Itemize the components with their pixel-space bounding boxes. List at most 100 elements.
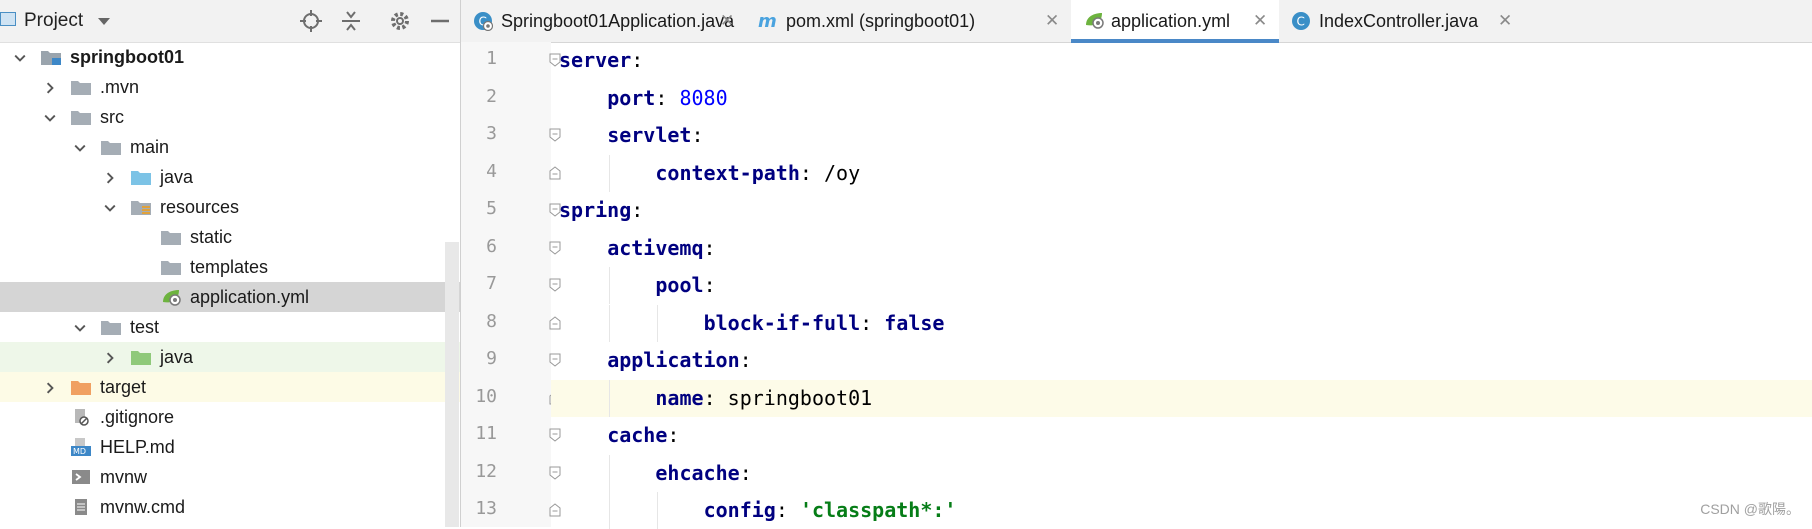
project-panel: Project springboot01 .mvn src main java resou…	[0, 0, 461, 527]
code-line[interactable]: activemq:	[551, 230, 1812, 267]
chevron-right-icon[interactable]	[104, 171, 114, 184]
tree-item[interactable]: static	[0, 222, 460, 252]
editor-tab[interactable]: C IndexController.java ✕	[1279, 0, 1524, 42]
locate-icon[interactable]	[299, 9, 323, 33]
close-icon[interactable]: ✕	[1253, 11, 1267, 31]
tree-item-label: springboot01	[70, 47, 185, 67]
chevron-down-icon[interactable]	[74, 321, 86, 332]
folder-icon	[70, 108, 92, 126]
chevron-down-icon[interactable]	[104, 201, 116, 212]
tree-item-label: java	[160, 347, 194, 367]
markdown-file-icon: MD	[70, 438, 92, 456]
indent-guide	[609, 267, 611, 304]
chevron-right-icon[interactable]	[44, 81, 54, 94]
tree-item-label: HELP.md	[100, 437, 175, 457]
yaml-value: 'classpath*:'	[799, 498, 957, 522]
chevron-down-icon[interactable]	[98, 18, 110, 25]
code-line[interactable]: pool:	[551, 267, 1812, 304]
tree-item[interactable]: .gitignore	[0, 402, 460, 432]
yaml-key: spring	[559, 198, 632, 222]
spring-class-icon: C	[473, 11, 494, 32]
tree-item-label: .mvn	[100, 77, 140, 97]
code-line[interactable]: context-path: /oy	[551, 154, 1812, 192]
folder-icon	[100, 318, 122, 336]
close-icon[interactable]: ✕	[1045, 11, 1059, 31]
chevron-right-icon[interactable]	[44, 381, 54, 394]
code-text: server:	[559, 48, 644, 72]
tab-label: application.yml	[1111, 11, 1231, 31]
tree-item[interactable]: springboot01	[0, 42, 460, 72]
tree-item[interactable]: test	[0, 312, 460, 342]
line-number: 10	[475, 385, 497, 407]
code-text: servlet:	[607, 123, 704, 147]
tree-item[interactable]: resources	[0, 192, 460, 222]
tree-item[interactable]: src	[0, 102, 460, 132]
text-file-icon	[70, 498, 92, 516]
line-number: 8	[486, 310, 497, 332]
code-line[interactable]: servlet:	[551, 117, 1812, 154]
line-number: 2	[486, 85, 497, 107]
chevron-down-icon[interactable]	[14, 51, 26, 62]
code-line[interactable]: config: 'classpath*:'	[551, 492, 1812, 529]
tree-item[interactable]: application.yml	[0, 282, 460, 312]
watermark: CSDN @歌陽。	[1700, 501, 1800, 517]
close-icon[interactable]: ✕	[1498, 11, 1512, 31]
yaml-value: springboot01	[727, 385, 873, 410]
yaml-key: block-if-full	[703, 310, 861, 335]
code-line[interactable]: ehcache:	[551, 454, 1812, 492]
tree-item-label: test	[130, 317, 160, 337]
minimize-icon[interactable]	[428, 9, 452, 33]
yaml-value: /oy	[823, 160, 861, 185]
tree-item[interactable]: main	[0, 132, 460, 162]
code-line[interactable]: port: 8080	[551, 80, 1812, 117]
tree-item[interactable]: templates	[0, 252, 460, 282]
close-icon[interactable]: ✕	[720, 11, 734, 31]
indent-guide	[609, 492, 611, 529]
indent-guide	[609, 379, 611, 417]
scrollbar[interactable]	[445, 242, 459, 527]
code-area[interactable]: server: port: 8080 servlet: context-path: /…	[551, 42, 1812, 529]
chevron-down-icon[interactable]	[74, 141, 86, 152]
tree-item[interactable]: .mvn	[0, 72, 460, 102]
yaml-key: pool	[655, 273, 704, 297]
spring-yml-icon	[160, 288, 182, 306]
indent-guide	[609, 154, 611, 192]
editor-tab[interactable]: application.yml ✕	[1071, 0, 1279, 43]
code-text: spring:	[559, 198, 644, 222]
yaml-key: port	[607, 85, 656, 110]
code-text: context-path: /oy	[655, 160, 861, 185]
editor-tab[interactable]: C Springboot01Application.java ✕	[461, 0, 746, 42]
tree-item[interactable]: java	[0, 162, 460, 192]
yaml-value: false	[884, 310, 945, 335]
project-title[interactable]: Project	[24, 10, 83, 32]
line-number: 6	[486, 235, 497, 257]
tree-item[interactable]: mvnw.cmd	[0, 492, 460, 522]
code-line[interactable]: name: springboot01	[551, 379, 1812, 417]
editor: C Springboot01Application.java ✕ m pom.xml (…	[461, 0, 1812, 529]
gear-icon[interactable]	[388, 9, 412, 33]
tree-item[interactable]: mvnw	[0, 462, 460, 492]
chevron-right-icon[interactable]	[104, 351, 114, 364]
code-line[interactable]: cache:	[551, 417, 1812, 454]
tree-item[interactable]: target	[0, 372, 460, 402]
code-line[interactable]: server:	[551, 42, 1812, 79]
tree-item[interactable]: MD HELP.md	[0, 432, 460, 462]
editor-tab[interactable]: m pom.xml (springboot01) ✕	[746, 0, 1071, 42]
indent-guide	[657, 492, 659, 529]
collapse-all-icon[interactable]	[339, 9, 363, 33]
line-number: 11	[475, 423, 497, 444]
indent-guide	[609, 304, 611, 342]
code-text: block-if-full: false	[703, 310, 945, 335]
code-line[interactable]: spring:	[551, 192, 1812, 229]
tree-item[interactable]: java	[0, 342, 460, 372]
code-line[interactable]: application:	[551, 342, 1812, 379]
resources-folder-icon	[130, 198, 152, 216]
source-folder-icon	[130, 168, 152, 186]
chevron-down-icon[interactable]	[44, 111, 56, 122]
shell-file-icon	[70, 468, 92, 486]
svg-text:C: C	[1297, 15, 1305, 29]
line-number: 7	[486, 273, 497, 294]
code-text: ehcache:	[655, 460, 752, 485]
code-text: application:	[607, 348, 752, 372]
code-line[interactable]: block-if-full: false	[551, 304, 1812, 342]
